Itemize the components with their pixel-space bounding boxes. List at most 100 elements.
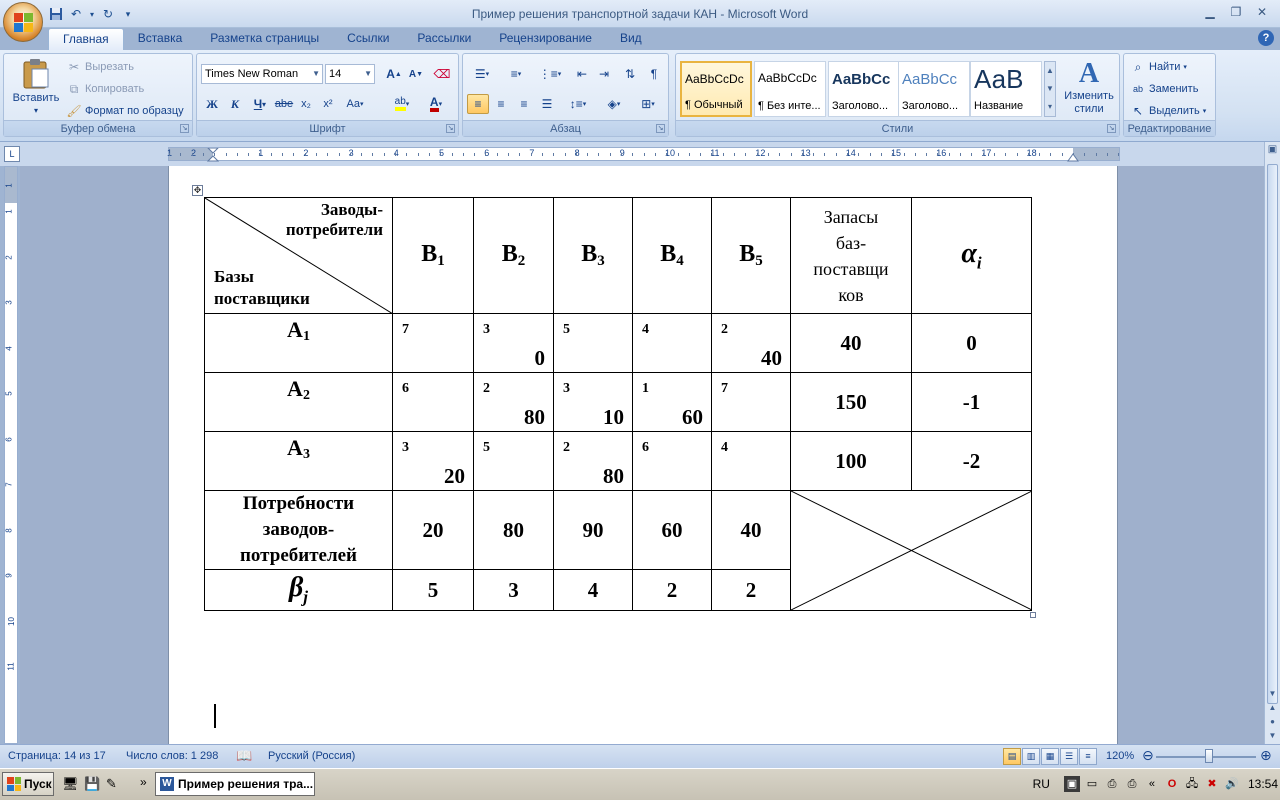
style-heading-2[interactable]: AaBbCc Заголово... <box>898 61 970 117</box>
language-indicator[interactable]: Русский (Россия) <box>268 750 355 762</box>
zoom-in-icon[interactable]: ⊕ <box>1260 747 1272 764</box>
route-cell[interactable]: 6 <box>392 372 474 432</box>
font-launcher-icon[interactable]: ↘ <box>446 124 455 133</box>
shading-button[interactable]: ◈ ▾ <box>599 94 629 114</box>
tray-volume-icon[interactable]: 🔊 <box>1224 776 1240 792</box>
tray-expand-icon[interactable]: « <box>1144 776 1160 792</box>
quicklaunch-save-icon[interactable]: 💾 <box>84 776 100 792</box>
scrollbar-thumb[interactable] <box>1267 164 1278 704</box>
tab-selector-icon[interactable]: L <box>4 146 20 162</box>
web-layout-icon[interactable]: ▦ <box>1041 748 1059 765</box>
subscript-button[interactable]: x₂ <box>295 94 317 114</box>
scroll-controls[interactable]: ▼ ▲ ● ▼ <box>1266 687 1279 743</box>
bold-button[interactable]: Ж <box>201 94 223 114</box>
show-marks-button[interactable]: ¶ <box>643 64 665 84</box>
tab-home[interactable]: Главная <box>48 28 124 50</box>
styles-scroll[interactable]: ▲ ▼ ▾ <box>1044 61 1056 117</box>
select-button[interactable]: ↖ Выделить ▾ <box>1130 103 1206 119</box>
tab-references[interactable]: Ссылки <box>333 28 403 50</box>
tray-app-icon[interactable]: ▣ <box>1063 776 1080 792</box>
quicklaunch-app-icon[interactable]: ✎ <box>106 776 117 792</box>
full-screen-reading-icon[interactable]: ▥ <box>1022 748 1040 765</box>
print-layout-view-icon[interactable]: ▤ <box>1003 748 1021 765</box>
table-move-handle-icon[interactable]: ✥ <box>192 185 203 196</box>
tab-mailings[interactable]: Рассылки <box>403 28 485 50</box>
superscript-button[interactable]: x² <box>317 94 339 114</box>
tray-opera-icon[interactable]: O <box>1164 776 1180 792</box>
zoom-slider-thumb[interactable] <box>1205 749 1213 763</box>
office-button[interactable] <box>3 2 43 42</box>
tab-review[interactable]: Рецензирование <box>485 28 606 50</box>
zoom-out-icon[interactable]: ⊖ <box>1142 747 1154 764</box>
tab-page-layout[interactable]: Разметка страницы <box>196 28 333 50</box>
bullets-button[interactable]: ☰ ▾ <box>467 64 497 84</box>
tray-printer-icon[interactable]: ⎙ <box>1124 776 1140 792</box>
align-left-button[interactable]: ≡ <box>467 94 489 114</box>
route-cell[interactable]: 2 80 <box>473 372 554 432</box>
route-cell[interactable]: 6 <box>632 431 712 491</box>
cut-button[interactable]: ✂ Вырезать <box>66 59 134 75</box>
style-no-spacing[interactable]: AaBbCcDc ¶ Без инте... <box>754 61 826 117</box>
find-button[interactable]: ⌕ Найти ▾ <box>1130 59 1187 75</box>
route-cell[interactable]: 30 <box>473 313 554 373</box>
route-cell[interactable]: 4 <box>632 313 712 373</box>
decrease-indent-button[interactable]: ⇤ <box>571 64 593 84</box>
clear-format-button[interactable]: ⌫ <box>431 64 453 84</box>
tray-app-icon[interactable]: ▭ <box>1084 776 1100 792</box>
route-cell[interactable]: 3 10 <box>553 372 633 432</box>
indent-marker-icon[interactable] <box>207 148 219 162</box>
route-cell[interactable]: 7 <box>711 372 791 432</box>
spelling-check-icon[interactable]: 📖 <box>236 748 252 764</box>
route-cell[interactable]: 3 20 <box>392 431 474 491</box>
quicklaunch-more-icon[interactable]: » <box>140 775 147 789</box>
tab-view[interactable]: Вид <box>606 28 656 50</box>
change-case-button[interactable]: Aa ▾ <box>341 94 369 114</box>
maximize-button[interactable]: ❐ <box>1224 3 1248 21</box>
style-normal[interactable]: AaBbCcDc ¶ Обычный <box>680 61 752 117</box>
borders-button[interactable]: ⊞ ▾ <box>633 94 663 114</box>
paragraph-launcher-icon[interactable]: ↘ <box>656 124 665 133</box>
help-icon[interactable]: ? <box>1258 30 1274 46</box>
tray-printer-icon[interactable]: ⎙ <box>1104 776 1120 792</box>
show-desktop-icon[interactable]: 🖥 <box>62 776 79 792</box>
font-name-combo[interactable]: Times New Roman ▼ <box>201 64 323 84</box>
taskbar-word-task[interactable]: W Пример решения тра... <box>155 772 315 796</box>
tray-network-icon[interactable]: 🖧 <box>1184 776 1200 792</box>
vertical-scrollbar[interactable]: ▣ ▼ ▲ ● ▼ <box>1264 142 1280 744</box>
tray-network-error-icon[interactable]: ✖ <box>1204 776 1220 792</box>
route-cell[interactable]: 5 <box>473 431 554 491</box>
minimize-button[interactable]: ▁ <box>1198 3 1222 21</box>
numbering-button[interactable]: ≡ ▾ <box>501 64 531 84</box>
paste-button[interactable]: Вставить ▾ <box>8 58 64 115</box>
route-cell[interactable]: 7 <box>392 313 474 373</box>
word-count[interactable]: Число слов: 1 298 <box>126 750 218 762</box>
clipboard-launcher-icon[interactable]: ↘ <box>180 124 189 133</box>
vertical-ruler[interactable]: 1 1 2 3 4 5 6 7 8 9 10 11 <box>4 166 18 744</box>
page-count[interactable]: Страница: 14 из 17 <box>8 750 106 762</box>
change-styles-button[interactable]: A Изменить стили <box>1060 58 1118 116</box>
input-language[interactable]: RU <box>1033 777 1050 791</box>
right-indent-marker-icon[interactable] <box>1067 152 1079 162</box>
draft-view-icon[interactable]: ≡ <box>1079 748 1097 765</box>
ruler-toggle-icon[interactable]: ▣ <box>1266 144 1279 160</box>
close-button[interactable]: ✕ <box>1250 3 1274 21</box>
styles-launcher-icon[interactable]: ↘ <box>1107 124 1116 133</box>
shrink-font-button[interactable]: A ▼ <box>405 64 427 84</box>
route-cell[interactable]: 5 <box>553 313 633 373</box>
start-button[interactable]: Пуск <box>2 772 54 796</box>
format-painter-button[interactable]: 🖌 Формат по образцу <box>66 103 183 119</box>
outline-view-icon[interactable]: ☰ <box>1060 748 1078 765</box>
font-size-combo[interactable]: 14 ▼ <box>325 64 375 84</box>
route-cell[interactable]: 2 80 <box>553 431 633 491</box>
tab-insert[interactable]: Вставка <box>124 28 197 50</box>
align-right-button[interactable]: ≡ <box>513 94 535 114</box>
strikethrough-button[interactable]: abe <box>273 94 295 114</box>
route-cell[interactable]: 4 <box>711 431 791 491</box>
increase-indent-button[interactable]: ⇥ <box>593 64 615 84</box>
table-resize-handle-icon[interactable] <box>1030 612 1036 618</box>
zoom-level[interactable]: 120% <box>1106 750 1134 762</box>
align-center-button[interactable]: ≡ <box>490 94 512 114</box>
route-cell[interactable]: 2 40 <box>711 313 791 373</box>
multilevel-list-button[interactable]: ⋮≡ ▾ <box>535 64 565 84</box>
font-color-button[interactable]: A ▾ <box>421 94 451 114</box>
